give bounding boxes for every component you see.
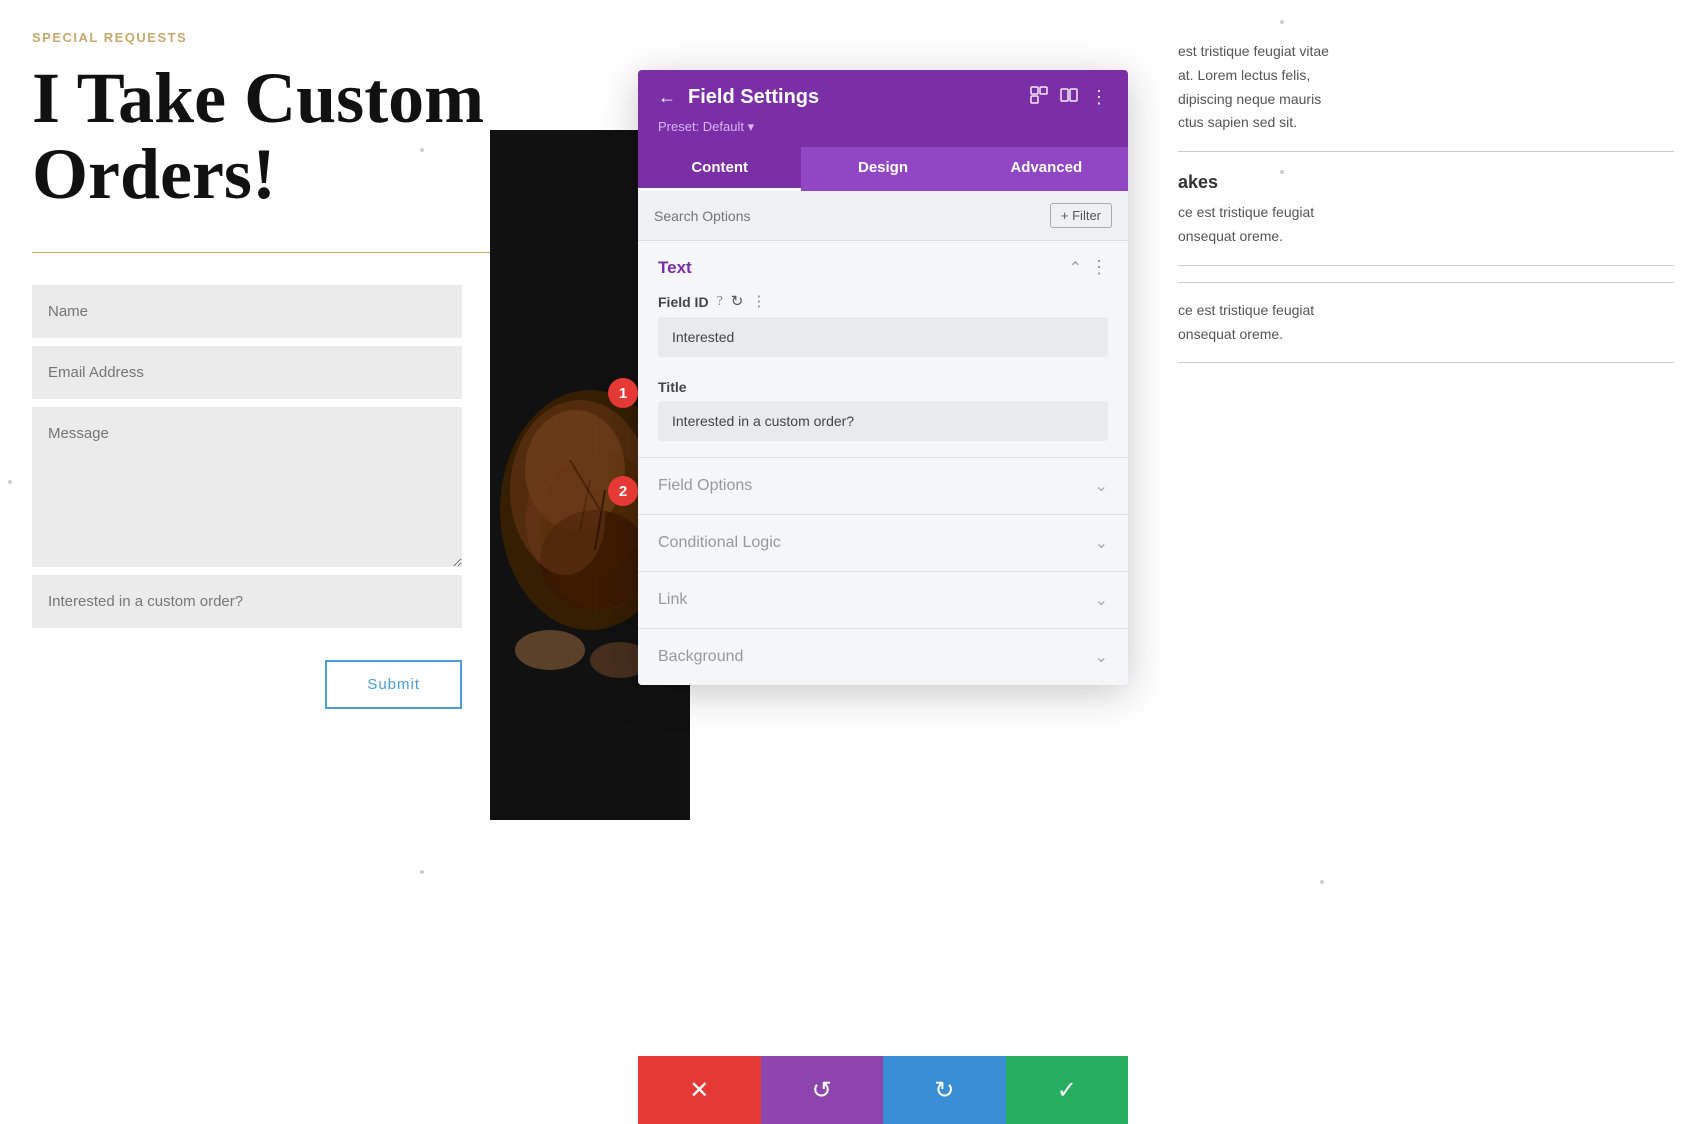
cancel-button[interactable]: ✕ bbox=[638, 1056, 761, 1124]
step-badge-1: 1 bbox=[608, 378, 638, 408]
tab-design[interactable]: Design bbox=[801, 147, 964, 191]
right-divider-3 bbox=[1178, 282, 1674, 283]
link-chevron: ⌄ bbox=[1095, 590, 1108, 610]
field-id-row: Field ID ? ↻ ⋮ bbox=[638, 286, 1128, 373]
field-id-reset-icon[interactable]: ↻ bbox=[731, 292, 744, 311]
reset-button[interactable]: ↺ bbox=[761, 1056, 884, 1124]
dot-1 bbox=[420, 148, 424, 152]
bottom-action-bar: ✕ ↺ ↻ ✓ bbox=[638, 1056, 1128, 1124]
columns-icon[interactable] bbox=[1060, 86, 1078, 109]
link-label: Link bbox=[658, 591, 687, 609]
field-settings-panel: ← Field Settings bbox=[638, 70, 1128, 685]
panel-title: Field Settings bbox=[688, 86, 819, 109]
text-section-title: Text bbox=[658, 258, 692, 278]
text-section-collapse[interactable]: ⌃ bbox=[1069, 258, 1082, 278]
text-section-more[interactable]: ⋮ bbox=[1090, 257, 1108, 278]
field-id-help-icon[interactable]: ? bbox=[717, 294, 723, 310]
name-input[interactable] bbox=[32, 285, 462, 338]
redo-button[interactable]: ↻ bbox=[883, 1056, 1006, 1124]
field-options-chevron: ⌄ bbox=[1095, 476, 1108, 496]
field-id-more-icon[interactable]: ⋮ bbox=[751, 292, 766, 311]
special-requests-label: SPECIAL REQUESTS bbox=[32, 30, 518, 45]
link-section[interactable]: Link ⌄ bbox=[638, 571, 1128, 628]
checkbox-row: Interested in a custom order? bbox=[32, 575, 462, 628]
preset-label[interactable]: Preset: Default ▾ bbox=[658, 119, 1108, 147]
dot-4 bbox=[1280, 170, 1284, 174]
panel-tabs: Content Design Advanced bbox=[638, 147, 1128, 191]
back-button[interactable]: ← bbox=[658, 87, 676, 108]
main-title: I Take Custom Orders! bbox=[32, 61, 518, 212]
more-options-icon[interactable]: ⋮ bbox=[1090, 87, 1108, 108]
right-divider-4 bbox=[1178, 362, 1674, 363]
text-section-header: Text ⌃ ⋮ bbox=[638, 241, 1128, 286]
panel-icons: ⋮ bbox=[1030, 86, 1108, 109]
title-field-label: Title bbox=[658, 379, 687, 395]
conditional-logic-section[interactable]: Conditional Logic ⌄ bbox=[638, 514, 1128, 571]
save-button[interactable]: ✓ bbox=[1006, 1056, 1129, 1124]
search-row: + Filter bbox=[638, 191, 1128, 241]
step-badge-2: 2 bbox=[608, 476, 638, 506]
panel-header: ← Field Settings bbox=[638, 70, 1128, 147]
background-chevron: ⌄ bbox=[1095, 647, 1108, 667]
fullscreen-icon[interactable] bbox=[1030, 86, 1048, 109]
field-options-label: Field Options bbox=[658, 477, 752, 495]
field-id-input[interactable] bbox=[658, 317, 1108, 357]
conditional-logic-label: Conditional Logic bbox=[658, 534, 781, 552]
left-panel: SPECIAL REQUESTS I Take Custom Orders! I… bbox=[0, 0, 550, 1124]
right-heading: akes bbox=[1178, 172, 1674, 193]
tab-advanced[interactable]: Advanced bbox=[965, 147, 1128, 191]
field-id-label: Field ID bbox=[658, 294, 709, 310]
filter-button[interactable]: + Filter bbox=[1050, 203, 1112, 228]
background-label: Background bbox=[658, 648, 743, 666]
title-field-input[interactable] bbox=[658, 401, 1108, 441]
checkbox-label: Interested in a custom order? bbox=[48, 593, 243, 610]
right-text-1: est tristique feugiat vitae at. Lorem le… bbox=[1178, 40, 1674, 135]
right-divider-2 bbox=[1178, 265, 1674, 266]
right-panel: est tristique feugiat vitae at. Lorem le… bbox=[1146, 0, 1706, 1124]
background-section[interactable]: Background ⌄ bbox=[638, 628, 1128, 685]
message-input[interactable] bbox=[32, 407, 462, 567]
title-field-row: Title bbox=[638, 373, 1128, 457]
email-input[interactable] bbox=[32, 346, 462, 399]
dot-6 bbox=[1320, 880, 1324, 884]
panel-body: + Filter Text ⌃ ⋮ Field ID ? ↻ ⋮ Title bbox=[638, 191, 1128, 685]
submit-button[interactable]: Submit bbox=[325, 660, 462, 709]
search-options-input[interactable] bbox=[654, 208, 1042, 224]
conditional-logic-chevron: ⌄ bbox=[1095, 533, 1108, 553]
field-options-section[interactable]: Field Options ⌄ bbox=[638, 457, 1128, 514]
divider bbox=[32, 252, 518, 253]
right-text-3: ce est tristique feugiat onsequat oreme. bbox=[1178, 299, 1674, 347]
dot-3 bbox=[1280, 20, 1284, 24]
tab-content[interactable]: Content bbox=[638, 147, 801, 191]
dot-5 bbox=[420, 870, 424, 874]
dot-2 bbox=[8, 480, 12, 484]
right-text-2: ce est tristique feugiat onsequat oreme. bbox=[1178, 201, 1674, 249]
right-divider-1 bbox=[1178, 151, 1674, 152]
